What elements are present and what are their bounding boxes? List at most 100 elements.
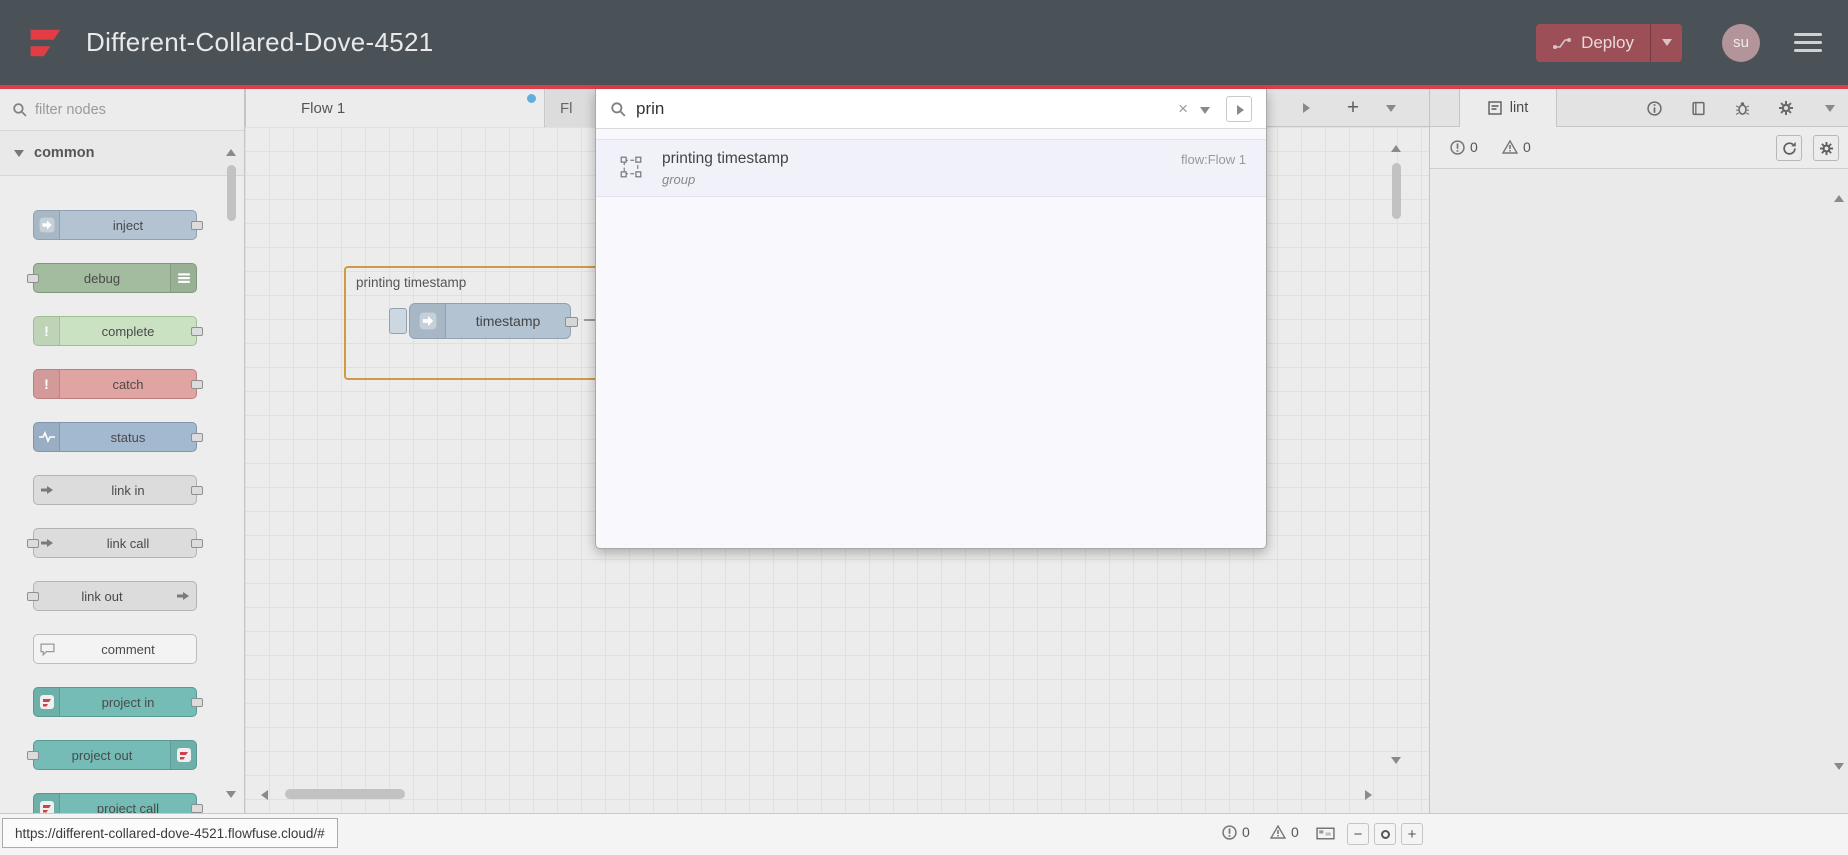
help-tab-button[interactable] [1684, 94, 1712, 122]
unsaved-changes-dot [527, 94, 536, 103]
palette-filter-input[interactable] [35, 101, 232, 118]
palette-node-debug[interactable]: debug [27, 263, 197, 293]
gear-icon [1779, 101, 1793, 115]
navigator-toggle-button[interactable] [1316, 827, 1335, 840]
inject-trigger-button[interactable] [389, 308, 407, 334]
zoom-reset-button[interactable] [1374, 823, 1396, 845]
palette-node-status[interactable]: status [33, 422, 203, 452]
canvas-scroll-left-icon[interactable] [261, 790, 268, 800]
chevron-down-icon [14, 149, 24, 157]
palette-node-project-out[interactable]: project out [27, 740, 197, 770]
palette-node-link-out[interactable]: link out [27, 581, 197, 611]
palette-node-label: link call [106, 535, 150, 551]
palette-sidebar: common inject debug ! compl [0, 89, 245, 823]
palette-node-link-in[interactable]: link in [33, 475, 203, 505]
palette-node-complete[interactable]: ! complete [33, 316, 203, 346]
node-port [191, 539, 203, 548]
sidebar-scroll-down-icon[interactable] [1834, 763, 1844, 770]
node-group[interactable]: printing timestamp timestamp [344, 266, 618, 380]
palette-node-link-call[interactable]: link call [27, 528, 203, 558]
flowfuse-logo-icon [30, 29, 61, 56]
add-flow-button[interactable]: + [1338, 94, 1368, 122]
search-result-row[interactable]: printing timestamp group flow:Flow 1 [596, 139, 1266, 197]
lint-refresh-button[interactable] [1776, 135, 1802, 161]
palette-node-catch[interactable]: ! catch [33, 369, 203, 399]
info-icon [1646, 100, 1662, 116]
group-label: printing timestamp [356, 275, 467, 290]
palette-node-label: project in [101, 694, 155, 710]
deploy-options-button[interactable] [1650, 23, 1682, 62]
header: Different-Collared-Dove-4521 Deploy su [0, 0, 1848, 85]
debug-list-icon [170, 264, 196, 292]
avatar-initials: su [1733, 34, 1749, 51]
node-port [191, 221, 203, 230]
zoom-out-button[interactable]: − [1347, 823, 1369, 845]
warning-triangle-icon [1502, 140, 1518, 154]
warning-triangle-icon [1270, 825, 1286, 839]
palette-scroll-up-icon[interactable] [226, 149, 236, 156]
palette-node-comment[interactable]: comment [33, 634, 197, 664]
palette-node-label: status [110, 429, 146, 445]
canvas-scroll-right-icon[interactable] [1365, 790, 1372, 800]
user-avatar[interactable]: su [1722, 23, 1760, 62]
canvas-hscroll-thumb[interactable] [285, 789, 405, 799]
zoom-in-button[interactable]: + [1401, 823, 1423, 845]
palette-node-label: catch [112, 376, 144, 392]
inject-node-body[interactable]: timestamp [409, 303, 578, 339]
sidebar-collapse-button[interactable] [1816, 94, 1844, 122]
deploy-button[interactable]: Deploy [1536, 23, 1682, 62]
sidebar-scroll-up-icon[interactable] [1834, 195, 1844, 202]
minus-icon: − [1353, 825, 1363, 843]
deploy-pipeline-icon [1553, 37, 1572, 49]
tab-lint[interactable]: lint [1459, 89, 1557, 127]
canvas-scroll-down-icon[interactable] [1391, 757, 1401, 764]
project-logo-icon [170, 741, 196, 769]
status-url-tooltip: https://different-collared-dove-4521.flo… [2, 818, 338, 848]
group-icon [620, 156, 642, 183]
output-port[interactable] [565, 317, 578, 327]
tab-scroll-right-button[interactable] [1291, 94, 1321, 122]
debug-tab-button[interactable] [1728, 94, 1756, 122]
tab-flow-1[interactable]: Flow 1 [245, 89, 545, 127]
palette-node-inject[interactable]: inject [33, 210, 203, 240]
chevron-down-icon [1825, 104, 1835, 112]
book-icon [1691, 101, 1705, 115]
flow-list-button[interactable] [1376, 94, 1406, 122]
canvas-vscroll-thumb[interactable] [1392, 163, 1401, 219]
deploy-button-main[interactable]: Deploy [1536, 24, 1650, 62]
chevron-down-icon [1661, 39, 1672, 46]
palette-node-project-in[interactable]: project in [33, 687, 203, 717]
clear-search-icon[interactable]: × [1178, 99, 1188, 119]
node-port [191, 380, 203, 389]
result-type: group [662, 172, 696, 187]
minimap-icon [1316, 827, 1335, 840]
search-input[interactable] [636, 98, 1179, 119]
palette-node-label: debug [83, 270, 121, 286]
search-expand-button[interactable] [1226, 95, 1252, 122]
deploy-label: Deploy [1581, 32, 1634, 52]
main-menu-button[interactable] [1794, 33, 1822, 52]
node-port [27, 539, 39, 548]
info-tab-button[interactable] [1640, 94, 1668, 122]
canvas-scroll-up-icon[interactable] [1391, 145, 1401, 152]
config-tab-button[interactable] [1772, 94, 1800, 122]
gear-icon [1819, 141, 1833, 155]
lint-settings-button[interactable] [1813, 135, 1839, 161]
inject-arrow-icon [34, 211, 60, 239]
node-red-editor: Different-Collared-Dove-4521 Deploy su f… [0, 0, 1848, 855]
inject-node[interactable]: timestamp [389, 303, 578, 339]
palette-scroll-down-icon[interactable] [226, 791, 236, 798]
node-port [191, 804, 203, 813]
chevron-down-icon [1200, 106, 1210, 114]
comment-bubble-icon [34, 635, 60, 663]
palette-scrollbar-thumb[interactable] [227, 165, 236, 221]
plus-icon: + [1346, 96, 1360, 119]
result-title: printing timestamp [662, 150, 789, 167]
palette-category-common[interactable]: common [0, 131, 244, 176]
tab-label: Flow 1 [301, 99, 346, 117]
lint-warning-count: 0 [1502, 139, 1531, 155]
sidebar-tabbar: lint [1430, 89, 1848, 127]
tab-label: lint [1509, 100, 1529, 116]
lint-icon [1488, 101, 1502, 115]
search-options-button[interactable] [1198, 101, 1214, 117]
